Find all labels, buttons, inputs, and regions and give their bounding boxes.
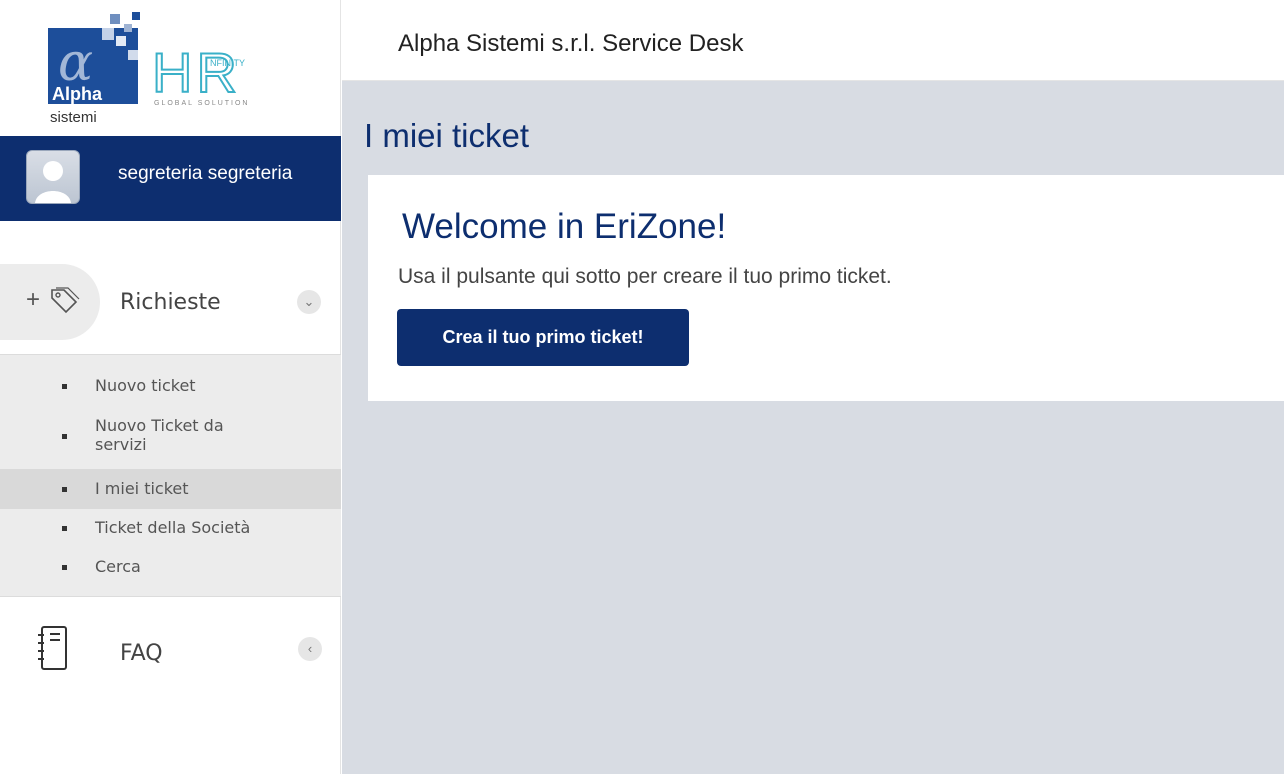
- sidebar-item-label: FAQ: [120, 641, 163, 666]
- logo-sistemi-text: sistemi: [50, 109, 97, 125]
- welcome-title: Welcome in EriZone!: [402, 207, 727, 246]
- submenu-item-miei-ticket[interactable]: I miei ticket: [0, 469, 341, 509]
- submenu-item-ticket-societa[interactable]: Ticket della Società: [0, 515, 341, 541]
- sidebar-item-label: Richieste: [120, 290, 221, 315]
- welcome-card: Welcome in EriZone! Usa il pulsante qui …: [368, 175, 1284, 401]
- bullet-icon: [62, 565, 67, 570]
- submenu-item-label: Nuovo ticket: [95, 376, 196, 395]
- sidebar: α Alpha sistemi HR NFINITY GLOBAL SOLUTI…: [0, 0, 341, 774]
- user-panel[interactable]: segreteria segreteria: [0, 136, 341, 221]
- chevron-left-icon[interactable]: ‹: [298, 637, 322, 661]
- submenu-item-cerca[interactable]: Cerca: [0, 554, 341, 580]
- bullet-icon: [62, 434, 67, 439]
- notebook-icon: [38, 626, 67, 670]
- main-content: I miei ticket Welcome in EriZone! Usa il…: [342, 81, 1284, 774]
- chevron-down-icon[interactable]: ⌄: [297, 290, 321, 314]
- logo-global-text: GLOBAL SOLUTION: [154, 100, 249, 107]
- submenu-item-label: Cerca: [95, 557, 141, 576]
- submenu-item-label: I miei ticket: [95, 479, 189, 498]
- plus-icon: +: [26, 286, 41, 313]
- tag-icon: [51, 287, 80, 314]
- create-first-ticket-button[interactable]: Crea il tuo primo ticket!: [397, 309, 689, 366]
- top-header: Alpha Sistemi s.r.l. Service Desk: [342, 0, 1284, 81]
- page-title: I miei ticket: [364, 117, 530, 154]
- submenu-item-nuovo-ticket[interactable]: Nuovo ticket: [0, 373, 341, 399]
- logo-hr-text: HR: [152, 41, 241, 104]
- user-name: segreteria segreteria: [118, 163, 293, 184]
- sidebar-item-richieste[interactable]: + Richieste ⌄: [0, 264, 341, 340]
- welcome-description: Usa il pulsante qui sotto per creare il …: [398, 265, 892, 288]
- header-title: Alpha Sistemi s.r.l. Service Desk: [398, 30, 744, 57]
- submenu-richieste: Nuovo ticket Nuovo Ticket da servizi I m…: [0, 354, 341, 597]
- logo-alpha-text: Alpha: [52, 84, 103, 104]
- submenu-item-nuovo-ticket-servizi[interactable]: Nuovo Ticket da servizi: [0, 413, 341, 461]
- logo-infinity-text: NFINITY: [210, 58, 245, 68]
- submenu-item-label: Nuovo Ticket da servizi: [95, 416, 224, 454]
- bullet-icon: [62, 526, 67, 531]
- bullet-icon: [62, 384, 67, 389]
- company-logo: α Alpha sistemi HR NFINITY GLOBAL SOLUTI…: [48, 12, 249, 125]
- bullet-icon: [62, 487, 67, 492]
- user-silhouette-icon: [35, 161, 71, 203]
- submenu-item-label: Ticket della Società: [95, 518, 251, 537]
- user-avatar: [26, 150, 80, 204]
